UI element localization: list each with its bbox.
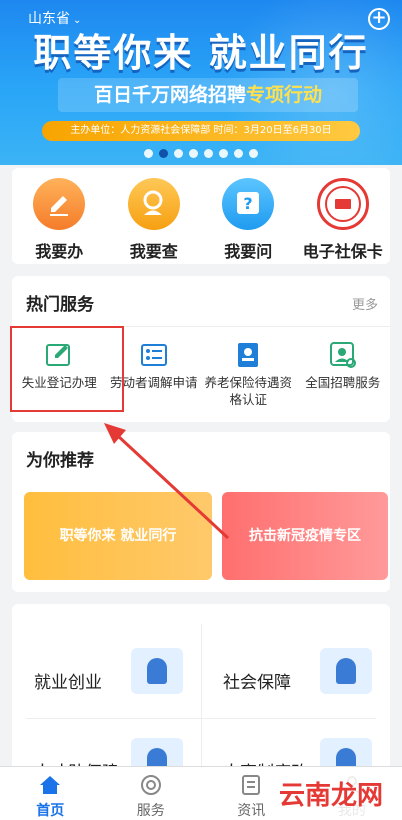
carousel-dot[interactable] (234, 149, 243, 158)
category-personnel-reform[interactable]: 人事制度改 (201, 708, 390, 774)
recommend-section: 为你推荐 职等你来 就业同行 抗击新冠疫情专区 (12, 432, 390, 592)
category-grid: 就业创业 社会保障 人才队伍建 人事制度改 (12, 604, 390, 774)
employment-illustration-icon (131, 648, 183, 694)
category-label: 就业创业 (34, 673, 102, 693)
home-icon (38, 773, 62, 797)
carousel-dot[interactable] (144, 149, 153, 158)
social-security-card-icon (316, 178, 369, 230)
quick-actions: 我要办 我要查 ? 我要问 电子社保卡 (12, 168, 390, 264)
banner-info: 主办单位：人力资源社会保障部 时间：3月20日至6月30日 (42, 121, 360, 141)
quick-action-handle[interactable]: 我要办 (12, 168, 107, 264)
banner-subline-highlight: 专项行动 (246, 84, 323, 106)
banner-subline-main: 百日千万网络招聘 (93, 84, 246, 106)
quick-action-label: 我要办 (35, 242, 84, 261)
nav-home[interactable]: 首页 (0, 767, 101, 820)
recommend-card-covid[interactable]: 抗击新冠疫情专区 (222, 492, 388, 580)
service-label: 全国招聘服务 (305, 375, 381, 390)
quick-action-query[interactable]: 我要查 (107, 168, 202, 264)
service-pension-qualification[interactable]: 养老保险待遇资格认证 (201, 332, 296, 408)
quick-action-label: 电子社保卡 (302, 242, 383, 261)
watermark-logo: 云南龙网 (266, 774, 396, 818)
hot-services-title: 热门服务 (26, 295, 94, 315)
recommend-title: 为你推荐 (26, 451, 94, 471)
carousel-dot[interactable] (174, 149, 183, 158)
service-icon (139, 773, 163, 797)
recommend-card-employment[interactable]: 职等你来 就业同行 (24, 492, 212, 580)
banner-headline: 职等你来 就业同行 (33, 31, 369, 75)
promo-banner[interactable]: 山东省 ⌄ + 职等你来 就业同行 百日千万网络招聘专项行动 主办单位：人力资源社… (0, 0, 402, 165)
carousel-dot[interactable] (204, 149, 213, 158)
nav-label: 首页 (36, 803, 65, 819)
pen-edit-icon (33, 178, 86, 230)
question-icon: ? (222, 178, 275, 230)
svg-text:?: ? (244, 194, 253, 213)
banner-subline: 百日千万网络招聘专项行动 (58, 78, 358, 112)
id-card-icon (233, 340, 263, 370)
person-search-icon (328, 340, 358, 370)
service-label: 养老保险待遇资格认证 (204, 375, 292, 407)
carousel-dot[interactable] (249, 149, 258, 158)
carousel-indicator (0, 149, 402, 158)
carousel-dot[interactable] (219, 149, 228, 158)
search-person-icon (127, 178, 180, 230)
quick-action-card[interactable]: 电子社保卡 (296, 168, 391, 264)
category-employment[interactable]: 就业创业 (12, 618, 201, 708)
news-icon (239, 773, 263, 797)
more-link[interactable]: 更多 (352, 294, 378, 313)
nav-service[interactable]: 服务 (101, 767, 202, 820)
service-national-recruitment[interactable]: 全国招聘服务 (296, 332, 391, 408)
carousel-dot[interactable] (159, 149, 168, 158)
carousel-dot[interactable] (189, 149, 198, 158)
category-social-security[interactable]: 社会保障 (201, 618, 390, 708)
quick-action-label: 我要查 (129, 242, 178, 261)
list-form-icon (139, 340, 169, 370)
social-security-illustration-icon (320, 648, 372, 694)
highlight-box (10, 326, 124, 412)
category-label: 社会保障 (223, 673, 291, 693)
nav-label: 服务 (136, 803, 165, 819)
quick-action-label: 我要问 (224, 242, 273, 261)
category-talent[interactable]: 人才队伍建 (12, 708, 201, 774)
quick-action-ask[interactable]: ? 我要问 (201, 168, 296, 264)
